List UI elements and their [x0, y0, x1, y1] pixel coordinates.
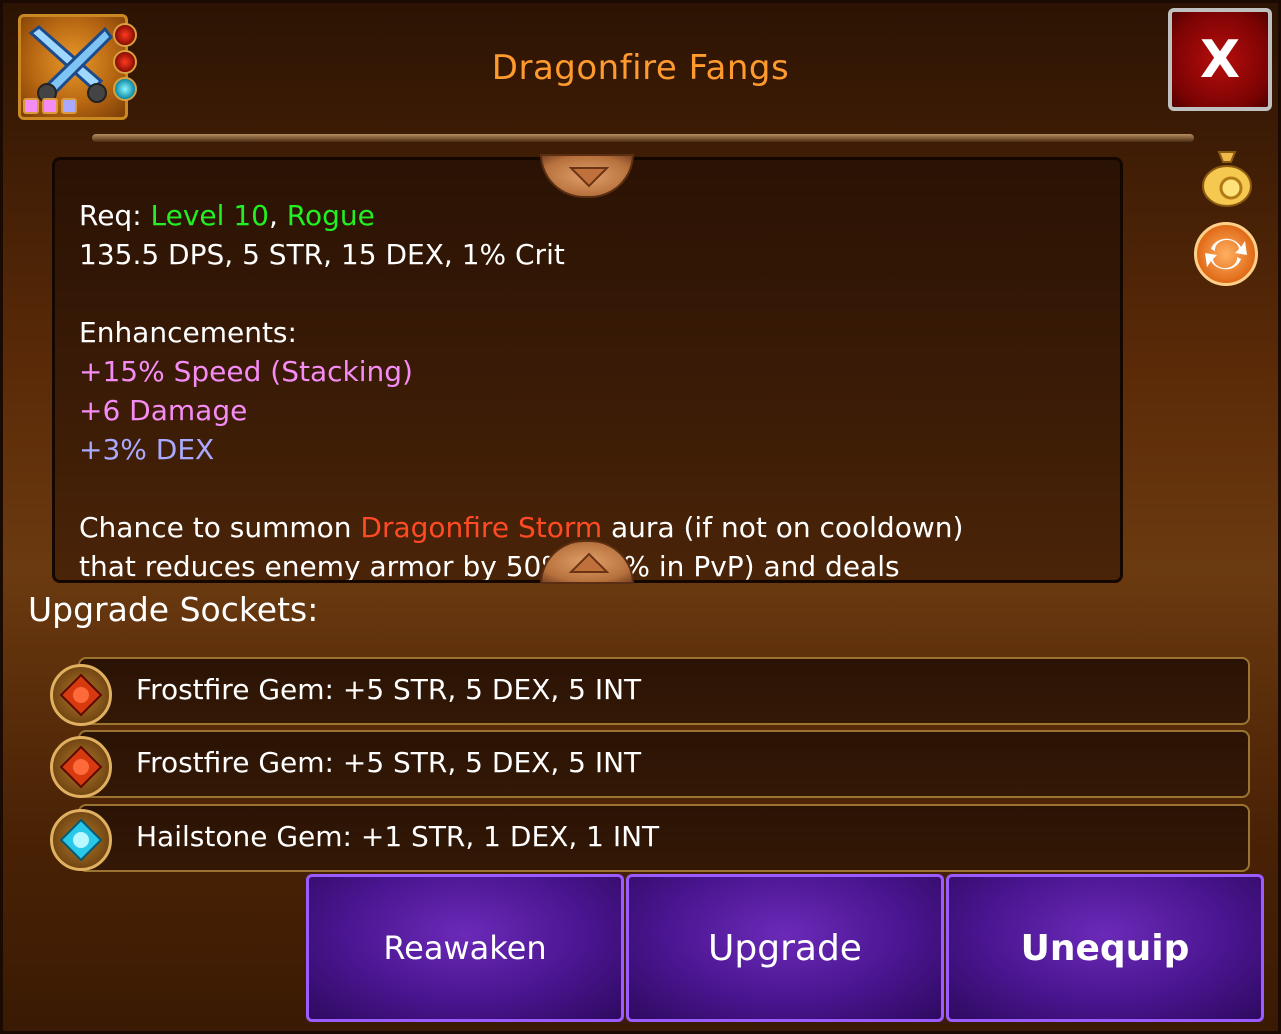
- socket-label: Frostfire Gem: +5 STR, 5 DEX, 5 INT: [136, 673, 642, 706]
- description-text: Req: Level 10, Rogue 135.5 DPS, 5 STR, 1…: [79, 196, 1100, 580]
- hailstone-gem-icon: [50, 809, 112, 871]
- header-divider: [92, 134, 1194, 142]
- gold-bag-icon[interactable]: [1199, 148, 1255, 207]
- close-button[interactable]: X: [1168, 8, 1272, 111]
- req-class: Rogue: [286, 199, 375, 232]
- enhancement-indicators: [23, 98, 77, 114]
- triangle-up-icon: [569, 552, 609, 573]
- effect-suffix: aura (if not on cooldown): [602, 511, 964, 544]
- description-panel[interactable]: Req: Level 10, Rogue 135.5 DPS, 5 STR, 1…: [52, 157, 1123, 583]
- enhancement-2: +6 Damage: [79, 394, 248, 427]
- enhancement-box: [42, 98, 58, 114]
- req-label: Req:: [79, 199, 151, 232]
- frostfire-gem-icon: [50, 736, 112, 798]
- unequip-button[interactable]: Unequip: [946, 874, 1264, 1022]
- frostfire-gem-icon: [50, 664, 112, 726]
- enhancement-1: +15% Speed (Stacking): [79, 355, 413, 388]
- socket-row[interactable]: Hailstone Gem: +1 STR, 1 DEX, 1 INT: [78, 804, 1250, 872]
- socket-label: Hailstone Gem: +1 STR, 1 DEX, 1 INT: [136, 820, 660, 853]
- effect-name: Dragonfire Storm: [360, 511, 603, 544]
- swap-icon[interactable]: [1194, 222, 1258, 286]
- req-separator: ,: [268, 199, 287, 232]
- requirement-line: Req: Level 10, Rogue: [79, 196, 1100, 235]
- socket-row[interactable]: Frostfire Gem: +5 STR, 5 DEX, 5 INT: [78, 730, 1250, 798]
- item-title: Dragonfire Fangs: [491, 48, 790, 88]
- enhancements-heading: Enhancements:: [79, 316, 297, 349]
- triangle-down-icon: [569, 167, 609, 188]
- enhancement-box: [61, 98, 77, 114]
- enhancement-3: +3% DEX: [79, 433, 215, 466]
- enhancement-box: [23, 98, 39, 114]
- upgrade-sockets-heading: Upgrade Sockets:: [28, 590, 319, 629]
- socket-label: Frostfire Gem: +5 STR, 5 DEX, 5 INT: [136, 746, 642, 779]
- socket-row[interactable]: Frostfire Gem: +5 STR, 5 DEX, 5 INT: [78, 657, 1250, 725]
- reawaken-button[interactable]: Reawaken: [306, 874, 624, 1022]
- stats-line: 135.5 DPS, 5 STR, 15 DEX, 1% Crit: [79, 238, 565, 271]
- red-socket-icon: [113, 23, 137, 47]
- upgrade-button[interactable]: Upgrade: [626, 874, 944, 1022]
- effect-prefix: Chance to summon: [79, 511, 361, 544]
- req-level: Level 10: [150, 199, 269, 232]
